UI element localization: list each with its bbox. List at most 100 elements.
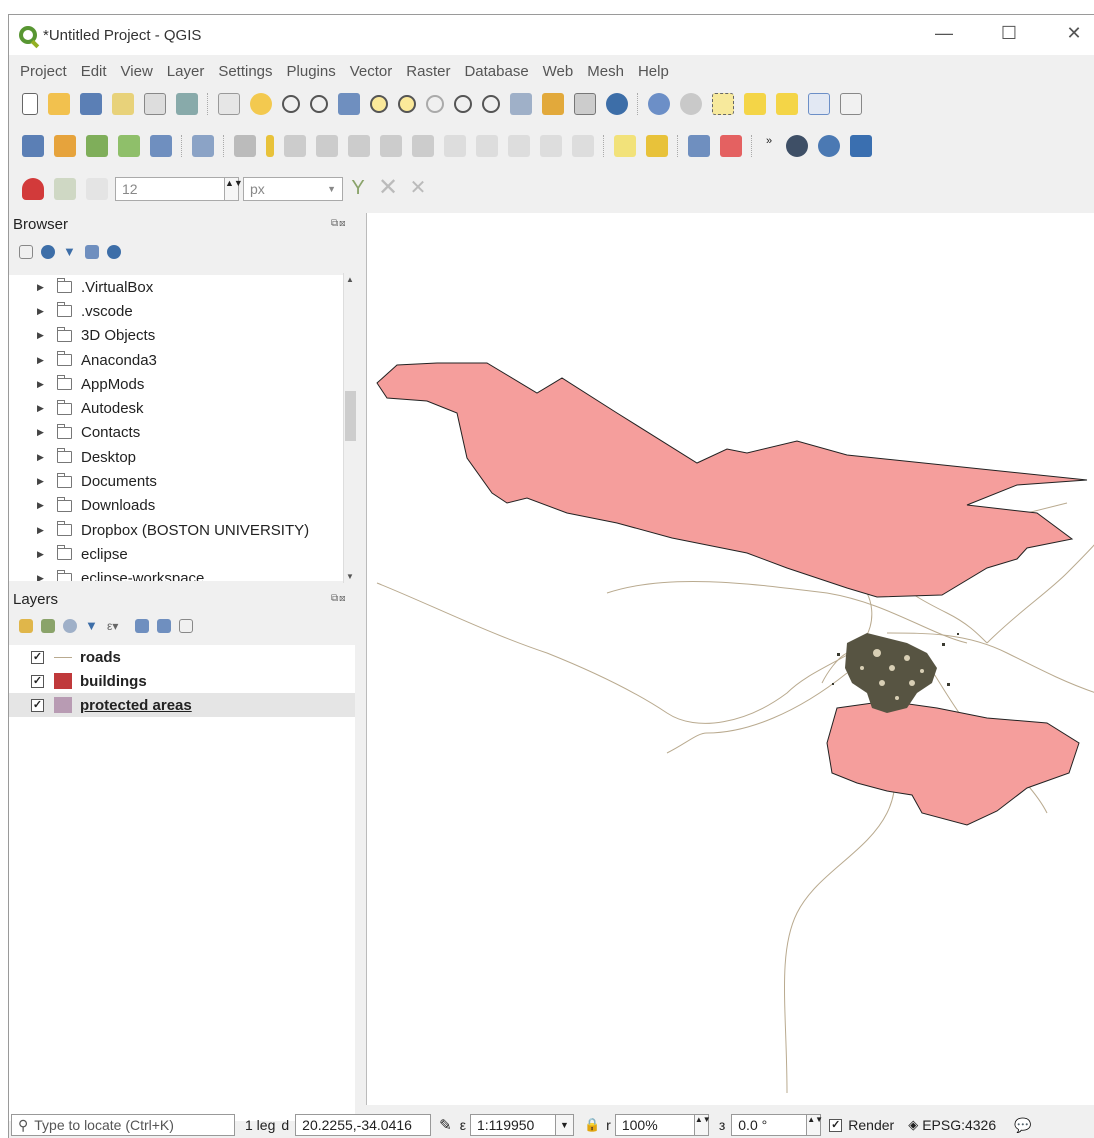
- toggle-editing-icon[interactable]: [266, 135, 274, 157]
- scroll-up-icon[interactable]: ▲: [346, 275, 354, 284]
- browser-item[interactable]: ▶ Downloads: [9, 494, 355, 518]
- zoom-out-icon[interactable]: [310, 95, 328, 113]
- collapse-all-layers-icon[interactable]: [157, 619, 171, 633]
- snapping-layers-icon[interactable]: [54, 178, 76, 200]
- zoom-full-icon[interactable]: [338, 93, 360, 115]
- expand-arrow-icon[interactable]: ▶: [37, 525, 47, 536]
- undo-icon[interactable]: [540, 135, 562, 157]
- close-button[interactable]: ✕: [1059, 23, 1089, 44]
- layout-manager-icon[interactable]: [144, 93, 166, 115]
- lock-scale-icon[interactable]: 🔒: [584, 1117, 600, 1133]
- browser-item[interactable]: ▶ .vscode: [9, 299, 355, 323]
- data-source-manager-icon[interactable]: [22, 135, 44, 157]
- quickmapservices-icon[interactable]: [786, 135, 808, 157]
- expand-all-icon[interactable]: [135, 619, 149, 633]
- messages-icon[interactable]: 💬: [1014, 1117, 1031, 1134]
- refresh-icon[interactable]: [606, 93, 628, 115]
- add-feature-icon[interactable]: [316, 135, 338, 157]
- open-project-icon[interactable]: [48, 93, 70, 115]
- manage-visibility-icon[interactable]: [63, 619, 77, 633]
- expand-arrow-icon[interactable]: ▶: [37, 306, 47, 317]
- add-group-icon[interactable]: [41, 619, 55, 633]
- layer-visibility-checkbox[interactable]: ✓: [31, 698, 44, 712]
- scale-dropdown-icon[interactable]: ▼: [555, 1114, 574, 1136]
- browser-item[interactable]: ▶ Contacts: [9, 421, 355, 445]
- browser-item[interactable]: ▶ Documents: [9, 469, 355, 493]
- crs-button[interactable]: EPSG:4326: [922, 1117, 996, 1133]
- add-delimited-text-icon[interactable]: [118, 135, 140, 157]
- menu-vector[interactable]: Vector: [350, 63, 393, 80]
- scale-field[interactable]: 1:119950: [469, 1114, 556, 1136]
- add-selected-layers-icon[interactable]: [19, 245, 33, 259]
- paste-features-icon[interactable]: [508, 135, 530, 157]
- layer-visibility-checkbox[interactable]: ✓: [31, 650, 44, 664]
- python-plugin-icon[interactable]: [192, 135, 214, 157]
- pan-to-selection-icon[interactable]: [250, 93, 272, 115]
- redo-icon[interactable]: [572, 135, 594, 157]
- expand-arrow-icon[interactable]: ▶: [37, 452, 47, 463]
- zoom-to-selection-icon[interactable]: [370, 95, 388, 113]
- menu-project[interactable]: Project: [20, 63, 67, 80]
- menu-edit[interactable]: Edit: [81, 63, 107, 80]
- crs-globe-icon[interactable]: ◈: [908, 1117, 918, 1133]
- rotation-stepper[interactable]: ▲▼: [807, 1114, 823, 1136]
- pin-unpin-labels-icon[interactable]: [720, 135, 742, 157]
- save-layer-edits-icon[interactable]: [284, 135, 306, 157]
- browser-item[interactable]: ▶ eclipse-workspace: [9, 567, 355, 581]
- render-checkbox[interactable]: ✓: [829, 1118, 843, 1132]
- filter-by-expression-icon[interactable]: ε▾: [107, 619, 127, 633]
- tracing-icon[interactable]: ✕: [408, 178, 428, 200]
- browser-scrollbar-thumb[interactable]: [345, 391, 356, 441]
- refresh-browser-icon[interactable]: [41, 245, 55, 259]
- menu-raster[interactable]: Raster: [406, 63, 450, 80]
- new-geopackage-layer-icon[interactable]: [54, 135, 76, 157]
- browser-item[interactable]: ▶ Desktop: [9, 445, 355, 469]
- new-print-layout-icon[interactable]: [112, 93, 134, 115]
- statistical-summary-icon[interactable]: [840, 93, 862, 115]
- layer-item-protected-areas[interactable]: ✓ protected areas: [9, 693, 355, 717]
- browser-item[interactable]: ▶ Anaconda3: [9, 348, 355, 372]
- remove-layer-icon[interactable]: [179, 619, 193, 633]
- zoom-in-icon[interactable]: [282, 95, 300, 113]
- browser-item[interactable]: ▶ Dropbox (BOSTON UNIVERSITY): [9, 518, 355, 542]
- magnifier-stepper[interactable]: ▲▼: [694, 1114, 711, 1136]
- vertex-tool-icon[interactable]: [348, 135, 370, 157]
- browser-item[interactable]: ▶ 3D Objects: [9, 324, 355, 348]
- copy-features-icon[interactable]: [476, 135, 498, 157]
- minimize-button[interactable]: —: [929, 23, 959, 44]
- more-tools-icon[interactable]: »: [762, 135, 776, 157]
- browser-item[interactable]: ▶ AppMods: [9, 372, 355, 396]
- locator-search-input[interactable]: ⚲ Type to locate (Ctrl+K): [11, 1114, 235, 1136]
- maximize-button[interactable]: ☐: [994, 23, 1024, 44]
- identify-features-icon[interactable]: [648, 93, 670, 115]
- delete-selected-icon[interactable]: [412, 135, 434, 157]
- magnifier-field[interactable]: 100%: [614, 1114, 695, 1136]
- zoom-to-layer-icon[interactable]: [398, 95, 416, 113]
- layers-dock-buttons[interactable]: ⧉⊠: [331, 593, 347, 604]
- filter-legend-icon[interactable]: ▼: [85, 619, 99, 633]
- open-attribute-actions-icon[interactable]: [680, 93, 702, 115]
- expand-arrow-icon[interactable]: ▶: [37, 500, 47, 511]
- new-project-icon[interactable]: [22, 93, 38, 115]
- expand-arrow-icon[interactable]: ▶: [37, 427, 47, 438]
- map-canvas[interactable]: [366, 213, 1094, 1105]
- open-layer-styling-icon[interactable]: [19, 619, 33, 633]
- toggle-extents-icon[interactable]: ✎: [439, 1116, 452, 1134]
- browser-item[interactable]: ▶ eclipse: [9, 542, 355, 566]
- rotation-field[interactable]: 0.0 °: [731, 1114, 808, 1136]
- new-map-view-icon[interactable]: [510, 93, 532, 115]
- select-by-value-icon[interactable]: [744, 93, 766, 115]
- zoom-native-icon[interactable]: [426, 95, 444, 113]
- deselect-features-icon[interactable]: [776, 93, 798, 115]
- snapping-tolerance-input[interactable]: 12: [115, 177, 225, 201]
- add-vector-layer-icon[interactable]: [86, 135, 108, 157]
- menu-plugins[interactable]: Plugins: [287, 63, 336, 80]
- coordinate-field[interactable]: 20.2255,-34.0416: [295, 1114, 432, 1136]
- select-features-icon[interactable]: [712, 93, 734, 115]
- save-project-icon[interactable]: [80, 93, 102, 115]
- menu-view[interactable]: View: [121, 63, 153, 80]
- scroll-down-icon[interactable]: ▼: [346, 572, 354, 581]
- expand-arrow-icon[interactable]: ▶: [37, 476, 47, 487]
- expand-arrow-icon[interactable]: ▶: [37, 379, 47, 390]
- cut-features-icon[interactable]: [444, 135, 466, 157]
